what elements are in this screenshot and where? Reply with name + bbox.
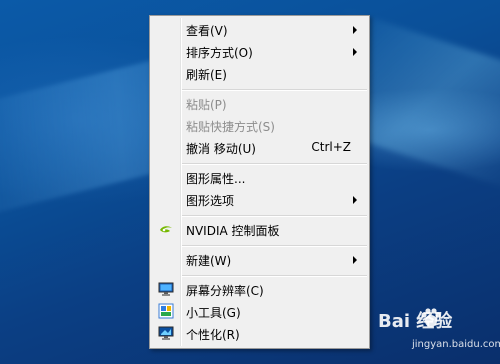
menu-separator <box>182 163 367 164</box>
menu-item-label: 刷新(E) <box>186 68 227 82</box>
menu-separator <box>182 275 367 276</box>
menu-item-label: 撤消 移动(U) <box>186 142 256 156</box>
menu-item-label: 图形选项 <box>186 194 235 208</box>
menu-item-graphics-options[interactable]: 图形选项 <box>152 188 367 210</box>
menu-item-label: 查看(V) <box>186 24 228 38</box>
menu-item-gadgets[interactable]: 小工具(G) <box>152 300 367 322</box>
menu-item-screen-resolution[interactable]: 屏幕分辨率(C) <box>152 278 367 300</box>
menu-separator <box>182 245 367 246</box>
watermark-logo-text: Bai 经验 <box>378 311 453 332</box>
menu-item-shortcut: Ctrl+Z <box>311 140 351 154</box>
personalize-icon <box>158 325 174 341</box>
menu-item-label: 粘贴(P) <box>186 98 227 112</box>
menu-item-refresh[interactable]: 刷新(E) <box>152 62 367 84</box>
gadgets-icon <box>158 303 174 319</box>
menu-item-undo-move[interactable]: 撤消 移动(U) Ctrl+Z <box>152 136 367 158</box>
menu-item-personalize[interactable]: 个性化(R) <box>152 322 367 344</box>
menu-item-label: 屏幕分辨率(C) <box>186 284 264 298</box>
desktop-context-menu: 查看(V) 排序方式(O) 刷新(E) 粘贴(P) 粘贴快捷方式(S) 撤消 移… <box>149 15 370 349</box>
nvidia-logo-icon <box>158 221 174 237</box>
menu-item-label: 小工具(G) <box>186 306 241 320</box>
menu-item-paste: 粘贴(P) <box>152 92 367 114</box>
menu-item-new[interactable]: 新建(W) <box>152 248 367 270</box>
menu-separator <box>182 215 367 216</box>
watermark-url: jingyan.baidu.com <box>412 339 500 350</box>
menu-item-sort-by[interactable]: 排序方式(O) <box>152 40 367 62</box>
submenu-arrow-icon <box>353 26 357 34</box>
monitor-icon <box>158 281 174 297</box>
menu-item-label: 粘贴快捷方式(S) <box>186 120 275 134</box>
menu-item-label: NVIDIA 控制面板 <box>186 224 280 238</box>
menu-item-label: 个性化(R) <box>186 328 240 342</box>
menu-item-view[interactable]: 查看(V) <box>152 18 367 40</box>
submenu-arrow-icon <box>353 48 357 56</box>
menu-item-label: 排序方式(O) <box>186 46 253 60</box>
submenu-arrow-icon <box>353 256 357 264</box>
menu-item-label: 新建(W) <box>186 254 232 268</box>
menu-item-nvidia-control-panel[interactable]: NVIDIA 控制面板 <box>152 218 367 240</box>
menu-item-label: 图形属性... <box>186 172 246 186</box>
menu-item-paste-shortcut: 粘贴快捷方式(S) <box>152 114 367 136</box>
menu-item-graphics-properties[interactable]: 图形属性... <box>152 166 367 188</box>
baidu-jingyan-watermark: Bai 经验 jingyan.baidu.com <box>378 307 500 362</box>
submenu-arrow-icon <box>353 196 357 204</box>
menu-separator <box>182 89 367 90</box>
